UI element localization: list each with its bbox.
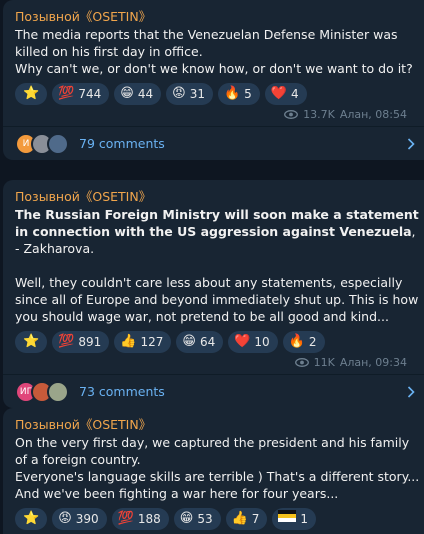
avatar [47, 380, 69, 403]
reaction-count: 10 [254, 335, 270, 349]
reaction-grin[interactable]: 😁 53 [173, 508, 221, 530]
angry-face-icon: 😡 [58, 511, 72, 526]
view-count: 13.7K [303, 107, 335, 121]
message-text: On the very first day, we captured the p… [15, 435, 420, 501]
star-icon: ⭐ [23, 86, 40, 101]
reaction-star[interactable]: ⭐ [15, 508, 48, 530]
message-text-bold: The Russian Foreign Ministry will soon m… [15, 207, 424, 239]
commenter-avatars: И [15, 132, 69, 155]
heart-icon: ❤️ [234, 334, 251, 349]
reactions-bar: ⭐ 💯 744 😁 44 😡 31 🔥 5 ❤️ 4 [15, 83, 421, 105]
reaction-count: 53 [197, 512, 213, 526]
reactions-bar: ⭐ 💯 891 👍 127 😁 64 ❤️ 10 🔥 2 [15, 331, 421, 353]
fire-icon: 🔥 [288, 334, 305, 349]
grinning-face-icon: 😁 [179, 511, 194, 526]
reaction-angry[interactable]: 😡 31 [166, 83, 213, 105]
hundred-points-icon: 💯 [58, 334, 75, 349]
reaction-count: 44 [137, 87, 154, 101]
reaction-heart[interactable]: ❤️ 10 [228, 331, 278, 353]
message-meta: 11K Алан, 09:34 [15, 354, 421, 370]
reaction-count: 5 [244, 87, 252, 101]
message-post[interactable]: Позывной《OSETIN》 On the very first day, … [3, 408, 424, 534]
chevron-right-icon [407, 385, 415, 398]
commenter-avatars: ИГ [15, 380, 69, 403]
reaction-hundred[interactable]: 💯 744 [52, 83, 110, 105]
reaction-grin[interactable]: 😁 64 [176, 331, 224, 353]
reaction-heart[interactable]: ❤️ 4 [264, 83, 307, 105]
comments-button[interactable]: И 79 comments [3, 126, 424, 160]
reactions-bar: ⭐ 😡 390 💯 188 😁 53 👍 7 1 [15, 508, 421, 530]
reaction-count: 1 [300, 512, 309, 526]
reaction-star[interactable]: ⭐ [15, 83, 48, 105]
reaction-grin[interactable]: 😁 44 [114, 83, 162, 105]
reaction-star[interactable]: ⭐ [15, 331, 48, 353]
message-text: The media reports that the Venezuelan De… [15, 27, 413, 76]
hundred-points-icon: 💯 [117, 511, 134, 526]
eye-icon [284, 109, 299, 119]
reaction-count: 390 [75, 512, 99, 526]
comments-count: 73 comments [79, 384, 165, 399]
post-signature: Алан, 08:54 [339, 107, 407, 121]
post-signature: Алан, 09:34 [339, 355, 407, 369]
message-text-body: Well, they couldn't care less about any … [15, 275, 423, 324]
comments-button[interactable]: ИГ 73 comments [3, 374, 424, 408]
grinning-face-icon: 😁 [120, 86, 134, 101]
channel-author[interactable]: Позывной《OSETIN》 [15, 8, 421, 25]
reaction-fire[interactable]: 🔥 2 [282, 331, 325, 353]
reaction-count: 744 [78, 87, 102, 101]
thumbs-up-icon: 👍 [120, 334, 137, 349]
fire-icon: 🔥 [223, 86, 241, 101]
reaction-flag[interactable]: 1 [272, 508, 317, 530]
reaction-count: 64 [199, 335, 216, 349]
star-icon: ⭐ [23, 511, 40, 526]
reaction-count: 188 [137, 512, 161, 526]
reaction-fire[interactable]: 🔥 5 [217, 83, 260, 105]
reaction-angry[interactable]: 😡 390 [52, 508, 107, 530]
thumbs-up-icon: 👍 [231, 511, 248, 526]
message-meta: 13.7K Алан, 08:54 [15, 106, 421, 122]
reaction-count: 891 [78, 335, 102, 349]
reaction-hundred[interactable]: 💯 891 [52, 331, 110, 353]
eye-icon [294, 357, 309, 367]
hundred-points-icon: 💯 [58, 86, 75, 101]
channel-author[interactable]: Позывной《OSETIN》 [15, 416, 421, 433]
reaction-count: 31 [189, 87, 205, 101]
reaction-count: 127 [140, 335, 164, 349]
message-post[interactable]: Позывной《OSETIN》 The Russian Foreign Min… [3, 180, 424, 408]
reaction-thumbs-up[interactable]: 👍 7 [225, 508, 268, 530]
star-icon: ⭐ [23, 334, 40, 349]
reaction-count: 4 [290, 87, 299, 101]
reaction-count: 7 [251, 512, 260, 526]
heart-icon: ❤️ [270, 86, 287, 101]
message-text: The Russian Foreign Ministry will soon m… [15, 206, 421, 325]
channel-author[interactable]: Позывной《OSETIN》 [15, 188, 421, 205]
flag-icon [278, 508, 297, 530]
reaction-thumbs-up[interactable]: 👍 127 [114, 331, 172, 353]
grinning-face-icon: 😁 [182, 334, 196, 349]
reaction-count: 2 [308, 335, 317, 349]
chevron-right-icon [407, 137, 415, 150]
reaction-hundred[interactable]: 💯 188 [111, 508, 169, 530]
angry-face-icon: 😡 [172, 86, 186, 101]
view-count: 11K [313, 355, 335, 369]
comments-count: 79 comments [79, 136, 165, 151]
message-post[interactable]: Позывной《OSETIN》 The media reports that … [3, 0, 424, 160]
avatar [47, 132, 69, 155]
